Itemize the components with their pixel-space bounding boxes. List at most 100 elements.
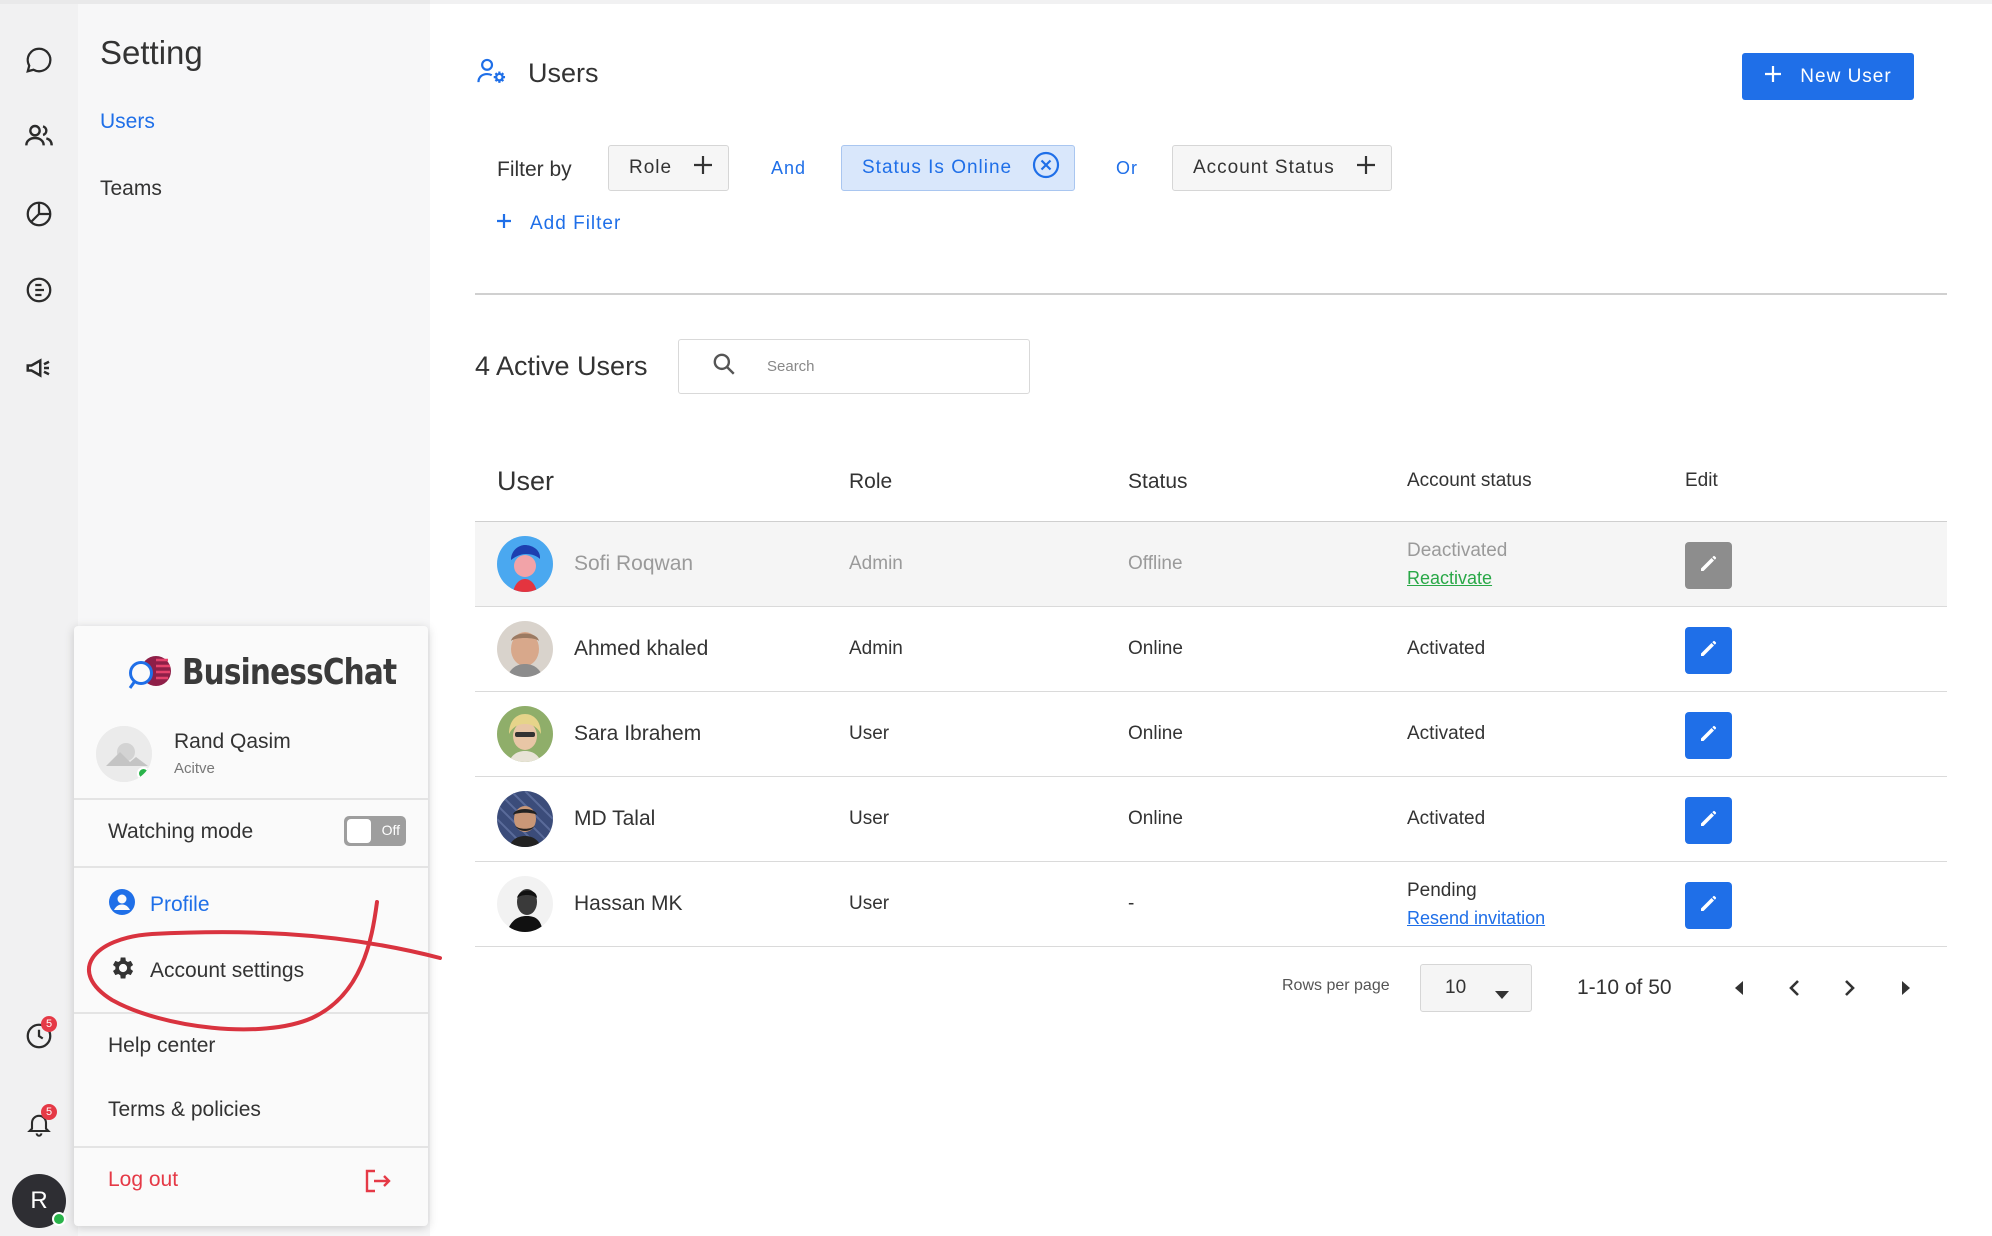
chip-label: Account Status bbox=[1193, 157, 1335, 178]
brand-logo: BusinessChat bbox=[126, 644, 443, 700]
pie-chart-icon[interactable] bbox=[19, 194, 59, 234]
main-content: Users New User Filter by Role And Status… bbox=[430, 0, 1992, 1236]
add-filter-button[interactable]: Add Filter bbox=[496, 213, 621, 235]
user-status: Offline bbox=[1128, 553, 1183, 574]
divider bbox=[74, 1146, 428, 1148]
chevron-right-icon[interactable] bbox=[1838, 976, 1862, 1000]
last-page-icon[interactable] bbox=[1894, 976, 1918, 1000]
gear-icon bbox=[108, 954, 136, 988]
account-status-filter-chip[interactable]: Account Status bbox=[1172, 145, 1392, 191]
resend-invitation-link[interactable]: Resend invitation bbox=[1407, 908, 1545, 929]
user-role: User bbox=[849, 893, 890, 914]
edit-button[interactable] bbox=[1685, 797, 1732, 844]
user-avatar bbox=[497, 791, 553, 847]
plus-icon bbox=[1355, 154, 1377, 182]
history-icon[interactable]: 5 bbox=[19, 1016, 59, 1056]
or-operator[interactable]: Or bbox=[1116, 158, 1138, 179]
edit-button[interactable] bbox=[1685, 627, 1732, 674]
icon-rail: 5 5 R bbox=[0, 0, 78, 1236]
table-row[interactable]: Hassan MK User - Pending Resend invitati… bbox=[475, 862, 1947, 947]
rows-per-page-label: Rows per page bbox=[1282, 977, 1390, 994]
remove-filter-icon[interactable] bbox=[1032, 151, 1060, 185]
user-avatar bbox=[497, 876, 553, 932]
column-header-account-status: Account status bbox=[1407, 470, 1532, 491]
divider bbox=[74, 1012, 428, 1014]
rows-per-page-value: 10 bbox=[1445, 977, 1467, 998]
report-icon[interactable] bbox=[19, 270, 59, 310]
role-filter-chip[interactable]: Role bbox=[608, 145, 730, 191]
profile-menu-item[interactable]: Profile bbox=[108, 888, 210, 922]
current-user-avatar[interactable]: R bbox=[12, 1174, 66, 1228]
active-users-count: 4 Active Users bbox=[475, 351, 648, 381]
page-range: 1-10 of 50 bbox=[1577, 976, 1672, 999]
column-header-user: User bbox=[497, 466, 555, 496]
status-filter-chip[interactable]: Status Is Online bbox=[841, 145, 1076, 191]
new-user-button[interactable]: New User bbox=[1742, 53, 1914, 100]
search-icon bbox=[711, 351, 737, 382]
search-box[interactable] bbox=[678, 339, 1030, 394]
toggle-state-label: Off bbox=[381, 822, 400, 838]
account-popup-menu: BusinessChat Rand Qasim Acitve Watching … bbox=[74, 626, 428, 1226]
reactivate-link[interactable]: Reactivate bbox=[1407, 568, 1492, 589]
pencil-icon bbox=[1699, 638, 1719, 663]
edit-button[interactable] bbox=[1685, 712, 1732, 759]
section-divider bbox=[475, 293, 1947, 295]
user-circle-icon bbox=[108, 888, 136, 922]
user-avatar bbox=[497, 536, 553, 592]
and-operator[interactable]: And bbox=[771, 158, 806, 179]
table-row[interactable]: Sara Ibrahem User Online Activated bbox=[475, 692, 1947, 777]
first-page-icon[interactable] bbox=[1727, 976, 1751, 1000]
user-avatar bbox=[497, 706, 553, 762]
users-settings-icon bbox=[476, 56, 508, 91]
logout-icon[interactable] bbox=[364, 1168, 392, 1199]
user-name: Ahmed khaled bbox=[574, 637, 709, 660]
plus-icon bbox=[1764, 65, 1782, 89]
online-status-dot bbox=[52, 1212, 66, 1226]
page-header: Users bbox=[476, 56, 599, 91]
rows-per-page-select[interactable]: 10 bbox=[1420, 964, 1532, 1012]
divider bbox=[74, 798, 428, 800]
account-settings-label: Account settings bbox=[150, 959, 305, 982]
edit-button[interactable] bbox=[1685, 542, 1732, 589]
chip-label: Role bbox=[629, 157, 673, 178]
table-row[interactable]: Ahmed khaled Admin Online Activated bbox=[475, 607, 1947, 692]
account-status: Activated bbox=[1407, 723, 1486, 744]
sidebar-item-teams[interactable]: Teams bbox=[100, 177, 162, 201]
user-name: MD Talal bbox=[574, 807, 656, 830]
search-input[interactable] bbox=[767, 358, 987, 375]
popup-user-name: Rand Qasim bbox=[174, 730, 291, 753]
user-role: User bbox=[849, 723, 890, 744]
brand-name: BusinessChat bbox=[182, 651, 397, 693]
chevron-left-icon[interactable] bbox=[1782, 976, 1806, 1000]
terms-menu-item[interactable]: Terms & policies bbox=[108, 1098, 261, 1122]
bell-icon[interactable]: 5 bbox=[19, 1104, 59, 1144]
history-badge: 5 bbox=[41, 1016, 57, 1032]
toggle-knob bbox=[347, 819, 371, 843]
user-status: Online bbox=[1128, 638, 1183, 659]
new-user-label: New User bbox=[1800, 65, 1892, 87]
table-row[interactable]: Sofi Roqwan Admin Offline Deactivated Re… bbox=[475, 522, 1947, 607]
sidebar-item-users[interactable]: Users bbox=[100, 110, 155, 134]
account-status: Pending bbox=[1407, 880, 1477, 901]
avatar-initial: R bbox=[30, 1187, 48, 1214]
edit-button[interactable] bbox=[1685, 882, 1732, 929]
help-center-menu-item[interactable]: Help center bbox=[108, 1034, 215, 1058]
logout-menu-item[interactable]: Log out bbox=[108, 1168, 178, 1192]
account-status: Activated bbox=[1407, 638, 1486, 659]
account-settings-menu-item[interactable]: Account settings bbox=[108, 954, 304, 988]
user-name: Sofi Roqwan bbox=[574, 552, 694, 575]
table-row[interactable]: MD Talal User Online Activated bbox=[475, 777, 1947, 862]
pencil-icon bbox=[1699, 723, 1719, 748]
bell-badge: 5 bbox=[41, 1104, 57, 1120]
user-name: Sara Ibrahem bbox=[574, 722, 702, 745]
pencil-icon bbox=[1699, 808, 1719, 833]
user-role: Admin bbox=[849, 638, 903, 659]
profile-label: Profile bbox=[150, 893, 210, 916]
megaphone-icon[interactable] bbox=[19, 348, 59, 388]
watching-mode-toggle[interactable]: Off bbox=[344, 816, 406, 846]
column-header-status: Status bbox=[1128, 470, 1188, 493]
chat-icon[interactable] bbox=[19, 40, 59, 80]
user-avatar bbox=[497, 621, 553, 677]
divider bbox=[74, 866, 428, 868]
users-icon[interactable] bbox=[19, 116, 59, 156]
